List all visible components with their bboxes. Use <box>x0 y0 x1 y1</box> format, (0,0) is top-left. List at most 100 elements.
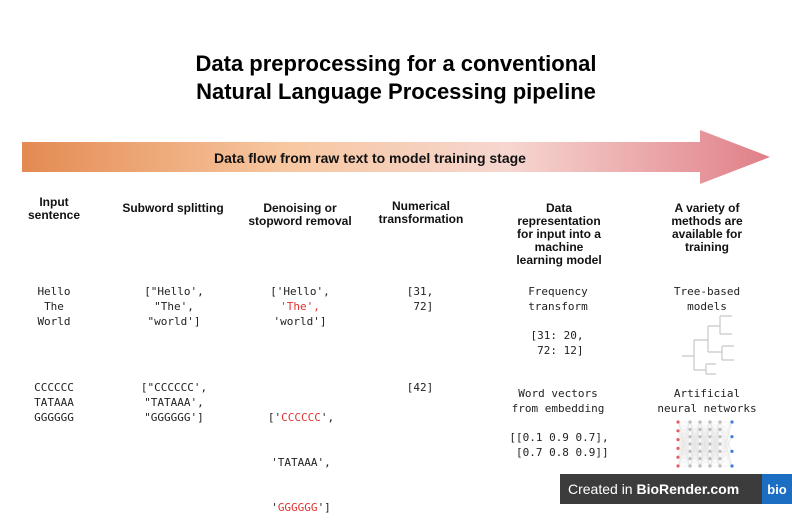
text-line: Hello <box>37 285 71 298</box>
token-suffix: ', <box>320 411 335 424</box>
footer-credit: Created in BioRender.com <box>560 481 754 497</box>
row1-denoised-tokens: ['Hello', 'The', 'world'] <box>242 284 358 329</box>
arrow-label: Data flow from raw text to model trainin… <box>214 150 526 166</box>
text-line: 72: 12] <box>530 344 584 357</box>
text-line: 'world'] <box>273 315 327 328</box>
nn-node <box>698 449 702 453</box>
nn-node <box>718 427 722 431</box>
neural-network-icon <box>676 420 734 468</box>
nn-node <box>688 442 692 446</box>
biorender-logo: bio <box>762 474 792 504</box>
nn-node <box>730 420 734 424</box>
nn-node <box>676 438 680 442</box>
nn-node <box>688 457 692 461</box>
removed-stopword: 'The', <box>280 300 320 313</box>
tree-model-icon <box>682 315 734 375</box>
text-line: neural networks <box>657 402 757 415</box>
nn-node <box>676 464 680 468</box>
nn-node <box>718 464 722 468</box>
nn-node <box>676 455 680 459</box>
text-line: [[0.1 0.9 0.7], <box>509 431 609 444</box>
nn-node <box>718 449 722 453</box>
nn-node <box>688 435 692 439</box>
row2-input-sentence: CCCCCC TATAAA GGGGGG <box>18 380 90 425</box>
text-line: [31, <box>406 285 434 298</box>
row1-representation-values: [31: 20, 72: 12] <box>498 328 616 358</box>
nn-node <box>688 420 692 424</box>
header-data-representation: Data representation for input into a mac… <box>516 201 602 267</box>
header-numerical-transformation: Numerical transformation <box>378 199 464 226</box>
row1-input-sentence: Hello The World <box>22 284 86 329</box>
text-line: 'TATAAA', <box>271 456 331 469</box>
row2-training-method: Artificial neural networks <box>640 386 774 416</box>
removed-token: GGGGGG <box>277 501 318 514</box>
title-line-2: Natural Language Processing pipeline <box>196 79 596 104</box>
removed-token: CCCCCC <box>281 411 321 424</box>
nn-node <box>676 420 680 424</box>
nn-node <box>708 457 712 461</box>
nn-node <box>688 464 692 468</box>
row2-representation-method: Word vectors from embedding <box>484 386 632 416</box>
text-line: Word vectors <box>518 387 598 400</box>
text-line: GGGGGG <box>34 411 74 424</box>
nn-node <box>688 427 692 431</box>
text-line: Artificial <box>673 387 741 400</box>
nn-node <box>676 429 680 433</box>
nn-node <box>730 435 734 439</box>
nn-node <box>698 442 702 446</box>
nn-node <box>708 427 712 431</box>
footer-brand: BioRender.com <box>636 481 740 497</box>
nn-node <box>698 420 702 424</box>
nn-node <box>718 420 722 424</box>
nn-node <box>688 449 692 453</box>
nn-node <box>698 457 702 461</box>
row1-representation-method: Frequency transform <box>488 284 628 314</box>
text-line: Frequency <box>528 285 588 298</box>
text-line: "world'] <box>147 315 201 328</box>
text-line: The <box>44 300 64 313</box>
row1-numerical-ids: [31, 72] <box>384 284 456 314</box>
text-line: from embedding <box>511 402 605 415</box>
nn-node <box>708 442 712 446</box>
nn-node <box>698 435 702 439</box>
nn-node <box>708 449 712 453</box>
text-line: ['CCCCCC', <box>242 410 360 425</box>
nn-node <box>708 435 712 439</box>
token-suffix: '] <box>317 501 331 514</box>
row2-subword-tokens: ["CCCCCC', "TATAAA', "GGGGGG'] <box>110 380 238 425</box>
text-line: "GGGGGG'] <box>144 411 204 424</box>
text-line: World <box>37 315 71 328</box>
nn-node <box>718 435 722 439</box>
nn-node <box>676 446 680 450</box>
row2-denoised-tokens: ['CCCCCC', 'TATAAA', 'GGGGGG'] <box>242 380 360 530</box>
nn-node <box>730 464 734 468</box>
header-input-sentence: Input sentence <box>27 195 81 222</box>
row2-representation-values: [[0.1 0.9 0.7], [0.7 0.8 0.9]] <box>490 430 628 460</box>
text-line: 'GGGGGG'] <box>242 500 360 515</box>
token-prefix: ' <box>271 501 278 514</box>
row1-subword-tokens: ["Hello', "The', "world'] <box>116 284 232 329</box>
row2-numerical-ids: [42] <box>406 381 434 394</box>
text-line: ["CCCCCC', <box>140 381 208 394</box>
nn-node <box>718 457 722 461</box>
text-line: ['Hello', <box>270 285 330 298</box>
footer-prefix: Created in <box>568 481 637 497</box>
text-line: "TATAAA', <box>144 396 204 409</box>
figure-title: Data preprocessing for a conventional Na… <box>0 50 792 106</box>
text-line: "The', <box>154 300 194 313</box>
title-line-1: Data preprocessing for a conventional <box>195 51 597 76</box>
nn-node <box>698 464 702 468</box>
nn-node <box>718 442 722 446</box>
token-prefix: [' <box>267 411 282 424</box>
nn-node <box>730 449 734 453</box>
text-line: 72] <box>406 300 434 313</box>
text-line: ["Hello', <box>144 285 204 298</box>
biorender-footer: Created in BioRender.com bio <box>560 474 792 504</box>
nn-node <box>708 420 712 424</box>
header-denoising: Denoising or stopword removal <box>248 201 352 228</box>
text-line: TATAAA <box>34 396 74 409</box>
header-training-methods: A variety of methods are available for t… <box>671 201 743 254</box>
nn-node <box>698 427 702 431</box>
text-line: Tree-based <box>673 285 741 298</box>
text-line: transform <box>528 300 588 313</box>
